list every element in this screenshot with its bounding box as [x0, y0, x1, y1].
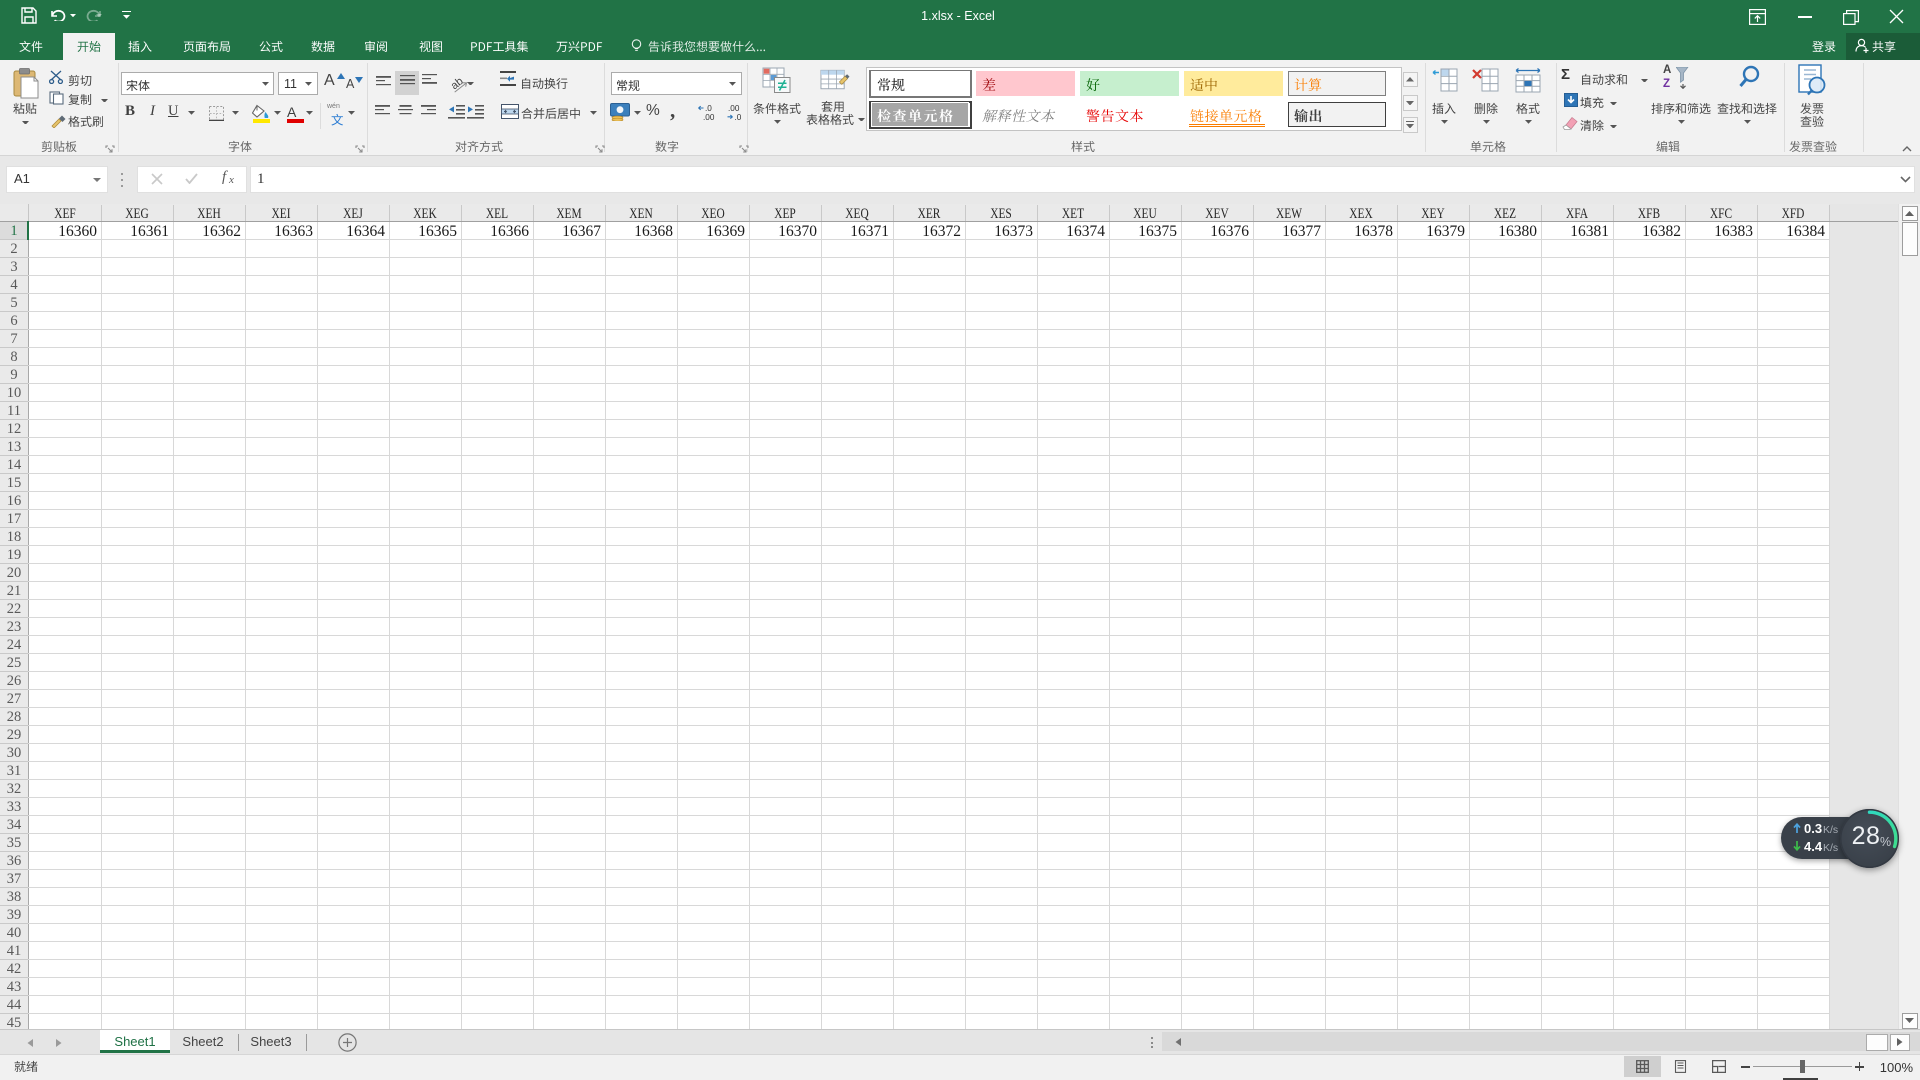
svg-text:.0: .0: [705, 104, 712, 113]
svg-text:.00: .00: [703, 113, 715, 121]
svg-text:.00: .00: [728, 104, 740, 113]
svg-text:.0: .0: [735, 113, 742, 121]
